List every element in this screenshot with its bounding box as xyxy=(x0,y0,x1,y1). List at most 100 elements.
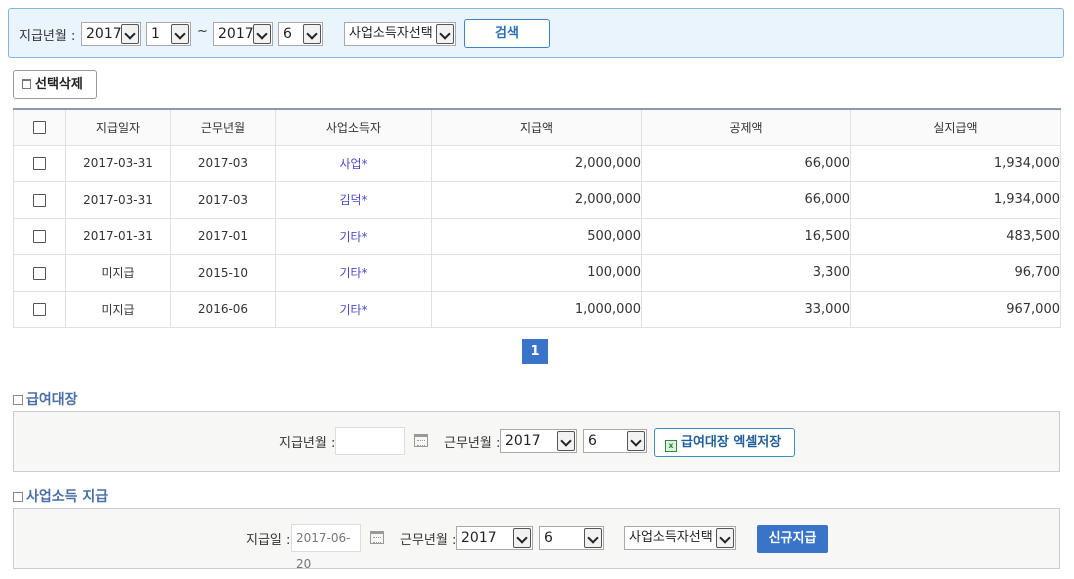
from-month-select[interactable]: 1 xyxy=(146,22,191,46)
range-tilde: ~ xyxy=(197,24,208,39)
pay-work-month-value: 6 xyxy=(544,530,553,546)
pay-earner-select[interactable]: 사업소득자선택 xyxy=(624,526,736,550)
column-header: 사업소득자 xyxy=(275,108,432,146)
select-all-checkbox[interactable] xyxy=(33,121,46,135)
paid-amount-cell: 500,000 xyxy=(431,217,642,255)
pay-date-label: 지급일 : xyxy=(246,533,291,548)
business-income-title: 사업소득 지급 xyxy=(13,486,108,506)
pay-date-input[interactable]: 2017-06-20 xyxy=(291,524,361,571)
work-month-cell: 2015-10 xyxy=(170,254,276,292)
column-header: 실지급액 xyxy=(850,108,1061,146)
column-header: 지급일자 xyxy=(65,108,171,146)
section-bullet-icon xyxy=(13,395,23,405)
row-checkbox[interactable] xyxy=(33,303,46,317)
deduction-cell: 66,000 xyxy=(641,181,851,219)
chevron-down-icon xyxy=(121,24,139,44)
ledger-work-month-value: 6 xyxy=(588,433,597,449)
row-checkbox[interactable] xyxy=(33,157,46,171)
pay-date-cell: 미지급 xyxy=(65,254,171,292)
section-bullet-icon xyxy=(13,492,23,502)
net-amount-cell: 1,934,000 xyxy=(850,181,1061,219)
new-payment-button[interactable]: 신규지급 xyxy=(757,525,828,553)
excel-export-label: 급여대장 엑셀저장 xyxy=(681,435,782,450)
table-row: 미지급 2016-06 기타* 1,000,000 33,000 967,000 xyxy=(13,290,1061,328)
earner-link[interactable]: 기타* xyxy=(275,254,432,292)
payroll-ledger-title: 급여대장 xyxy=(13,389,78,409)
from-month-value: 1 xyxy=(151,26,160,42)
calendar-icon[interactable] xyxy=(414,434,428,447)
from-year-select[interactable]: 2017 xyxy=(81,22,141,46)
table-row: 2017-01-31 2017-01 기타* 500,000 16,500 48… xyxy=(13,217,1061,255)
net-amount-cell: 967,000 xyxy=(850,290,1061,328)
deduction-cell: 66,000 xyxy=(641,144,851,182)
search-panel: 지급년월 : 2017 1 ~ 2017 6 사업소득자선택 검색 xyxy=(8,8,1064,58)
excel-icon: x xyxy=(665,440,677,452)
chevron-down-icon xyxy=(171,24,189,44)
pay-work-month-label: 근무년월 : xyxy=(400,533,457,548)
pay-date-cell: 2017-03-31 xyxy=(65,144,171,182)
earner-select[interactable]: 사업소득자선택 xyxy=(344,22,456,46)
chevron-down-icon xyxy=(253,24,271,44)
to-year-value: 2017 xyxy=(218,26,254,42)
calendar-icon[interactable] xyxy=(370,531,384,544)
row-checkbox[interactable] xyxy=(33,266,46,280)
earner-link[interactable]: 김덕* xyxy=(275,181,432,219)
net-amount-cell: 96,700 xyxy=(850,254,1061,292)
ledger-work-year-value: 2017 xyxy=(505,433,541,449)
payroll-ledger-panel: 지급년월 : 근무년월 : 2017 6 x 급여대장 엑셀저장 xyxy=(13,411,1060,472)
ledger-work-year-select[interactable]: 2017 xyxy=(500,429,577,453)
chevron-down-icon xyxy=(513,528,531,548)
pay-date-cell: 2017-01-31 xyxy=(65,217,171,255)
deduction-cell: 16,500 xyxy=(641,217,851,255)
delete-selected-button[interactable]: 선택삭제 xyxy=(13,70,97,99)
ledger-pay-month-input[interactable] xyxy=(335,427,405,455)
delete-selected-label: 선택삭제 xyxy=(35,77,83,92)
earner-select-value: 사업소득자선택 xyxy=(349,26,433,41)
chevron-down-icon xyxy=(584,528,602,548)
paid-amount-cell: 2,000,000 xyxy=(431,181,642,219)
ledger-work-month-select[interactable]: 6 xyxy=(583,429,647,453)
from-year-value: 2017 xyxy=(86,26,122,42)
pay-month-label: 지급년월 : xyxy=(19,29,76,44)
chevron-down-icon xyxy=(716,528,734,548)
column-header: 공제액 xyxy=(641,108,851,146)
pay-earner-select-value: 사업소득자선택 xyxy=(629,530,713,545)
business-income-panel: 지급일 : 2017-06-20 근무년월 : 2017 6 사업소득자선택 신… xyxy=(13,508,1060,571)
to-month-value: 6 xyxy=(283,26,292,42)
excel-export-button[interactable]: x 급여대장 엑셀저장 xyxy=(654,428,795,457)
work-month-cell: 2017-03 xyxy=(170,181,276,219)
pay-work-month-select[interactable]: 6 xyxy=(539,526,604,550)
work-month-cell: 2017-01 xyxy=(170,217,276,255)
deduction-cell: 33,000 xyxy=(641,290,851,328)
payment-table: 지급일자 근무년월 사업소득자 지급액 공제액 실지급액 2017-03-31 … xyxy=(13,108,1061,328)
table-row: 2017-03-31 2017-03 김덕* 2,000,000 66,000 … xyxy=(13,181,1061,219)
chevron-down-icon xyxy=(557,431,575,451)
row-checkbox[interactable] xyxy=(33,193,46,207)
search-button[interactable]: 검색 xyxy=(464,19,550,48)
earner-link[interactable]: 기타* xyxy=(275,217,432,255)
business-income-title-text: 사업소득 지급 xyxy=(26,489,109,505)
ledger-pay-month-label: 지급년월 : xyxy=(279,436,336,451)
table-header-row: 지급일자 근무년월 사업소득자 지급액 공제액 실지급액 xyxy=(13,108,1061,146)
earner-link[interactable]: 사업* xyxy=(275,144,432,182)
to-year-select[interactable]: 2017 xyxy=(213,22,273,46)
column-header: 지급액 xyxy=(431,108,642,146)
work-month-cell: 2017-03 xyxy=(170,144,276,182)
trash-icon xyxy=(22,79,31,89)
select-all-cell xyxy=(13,108,66,146)
work-month-cell: 2016-06 xyxy=(170,290,276,328)
deduction-cell: 3,300 xyxy=(641,254,851,292)
page-1-button[interactable]: 1 xyxy=(522,339,548,364)
pay-work-year-select[interactable]: 2017 xyxy=(456,526,533,550)
ledger-work-month-label: 근무년월 : xyxy=(444,436,501,451)
column-header: 근무년월 xyxy=(170,108,276,146)
paid-amount-cell: 100,000 xyxy=(431,254,642,292)
earner-link[interactable]: 기타* xyxy=(275,290,432,328)
paid-amount-cell: 2,000,000 xyxy=(431,144,642,182)
to-month-select[interactable]: 6 xyxy=(278,22,323,46)
payroll-ledger-title-text: 급여대장 xyxy=(26,392,78,408)
net-amount-cell: 483,500 xyxy=(850,217,1061,255)
pay-date-cell: 미지급 xyxy=(65,290,171,328)
table-row: 미지급 2015-10 기타* 100,000 3,300 96,700 xyxy=(13,254,1061,292)
row-checkbox[interactable] xyxy=(33,230,46,244)
